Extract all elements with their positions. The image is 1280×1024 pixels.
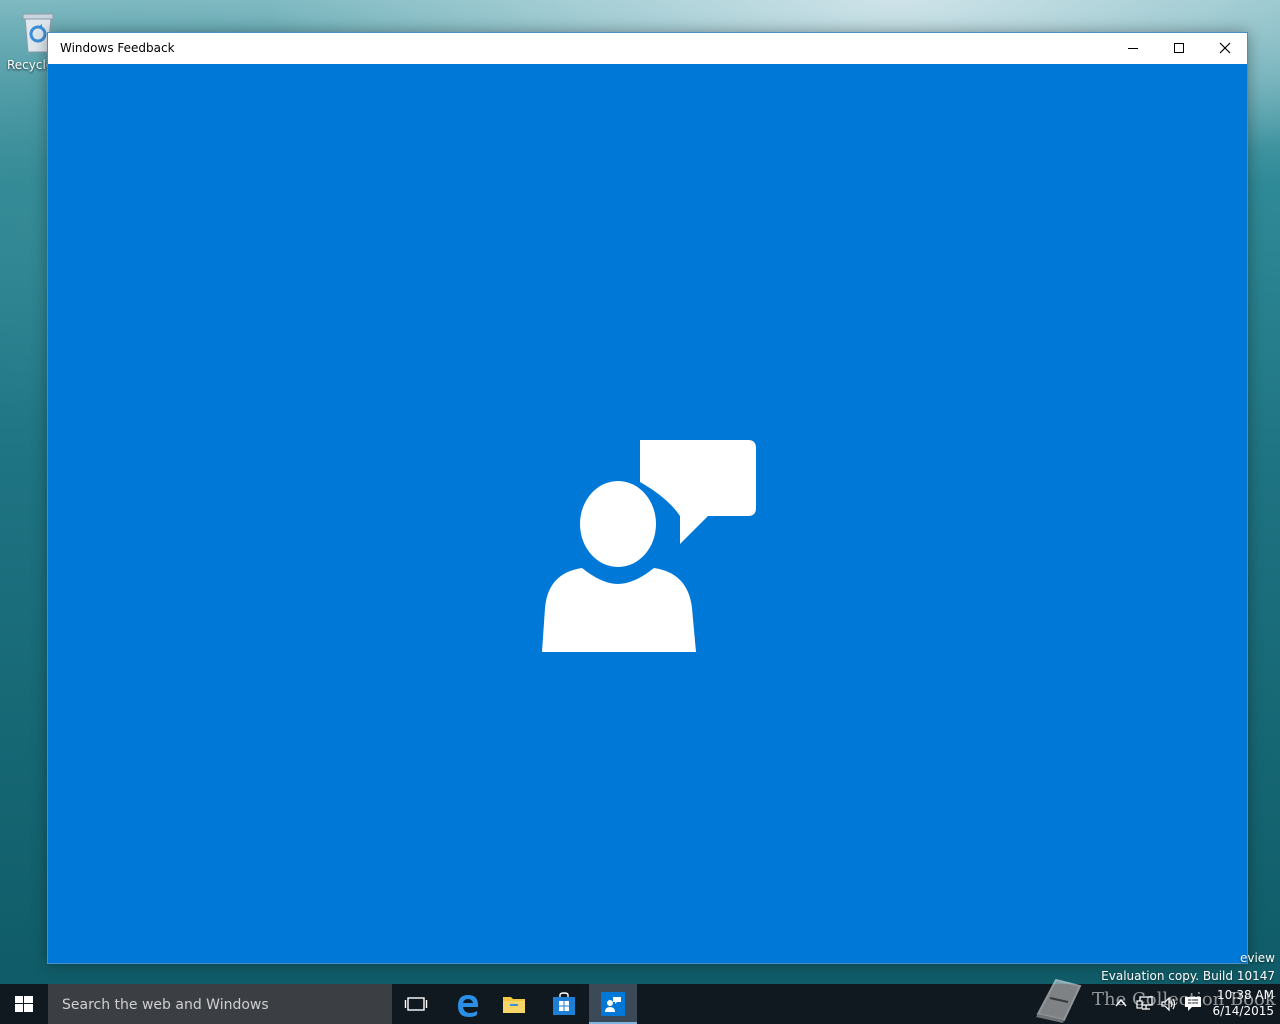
- start-button[interactable]: [0, 984, 48, 1024]
- windows-feedback-taskbar-button[interactable]: [589, 984, 637, 1024]
- title-bar[interactable]: Windows Feedback: [48, 33, 1247, 64]
- file-explorer-button[interactable]: [490, 984, 538, 1024]
- desktop: Recycle Windows Feedback eview Evaluatio…: [0, 0, 1280, 1024]
- close-icon: [1219, 42, 1231, 54]
- person-with-speech-bubble-icon: [542, 440, 756, 652]
- build-watermark-line2: Evaluation copy. Build 10147: [1101, 969, 1275, 983]
- taskbar: 10:38 AM 6/14/2015: [0, 984, 1280, 1024]
- notification-icon: [1185, 997, 1201, 1011]
- edge-button[interactable]: [442, 984, 490, 1024]
- maximize-icon: [1174, 43, 1184, 53]
- close-button[interactable]: [1202, 33, 1248, 64]
- clock-time: 10:38 AM: [1217, 988, 1274, 1002]
- splash-screen: [48, 64, 1247, 963]
- windows-feedback-icon: [601, 992, 625, 1016]
- task-view-button[interactable]: [392, 984, 440, 1024]
- clock[interactable]: 10:38 AM 6/14/2015: [1208, 987, 1274, 1019]
- store-button[interactable]: [540, 984, 588, 1024]
- search-box[interactable]: [48, 984, 392, 1024]
- search-input[interactable]: [60, 994, 384, 1016]
- store-icon: [553, 992, 575, 1015]
- show-hidden-icons-button[interactable]: [1112, 984, 1130, 1024]
- window-title: Windows Feedback: [60, 41, 175, 55]
- network-icon: [1136, 996, 1153, 1010]
- task-view-icon: [404, 997, 428, 1011]
- clock-date: 6/14/2015: [1212, 1004, 1274, 1018]
- build-watermark-line1: eview: [1239, 951, 1275, 965]
- windows-feedback-window: Windows Feedback: [47, 32, 1248, 964]
- chevron-up-icon: [1115, 998, 1127, 1007]
- file-explorer-icon: [503, 997, 525, 1013]
- windows-logo-icon: [15, 996, 33, 1012]
- edge-icon: [458, 995, 478, 1017]
- speaker-icon: [1161, 996, 1176, 1012]
- network-button[interactable]: [1134, 984, 1156, 1024]
- minimize-button[interactable]: [1110, 33, 1156, 64]
- minimize-icon: [1128, 48, 1138, 49]
- maximize-button[interactable]: [1156, 33, 1202, 64]
- volume-button[interactable]: [1158, 984, 1180, 1024]
- action-center-button[interactable]: [1182, 984, 1204, 1024]
